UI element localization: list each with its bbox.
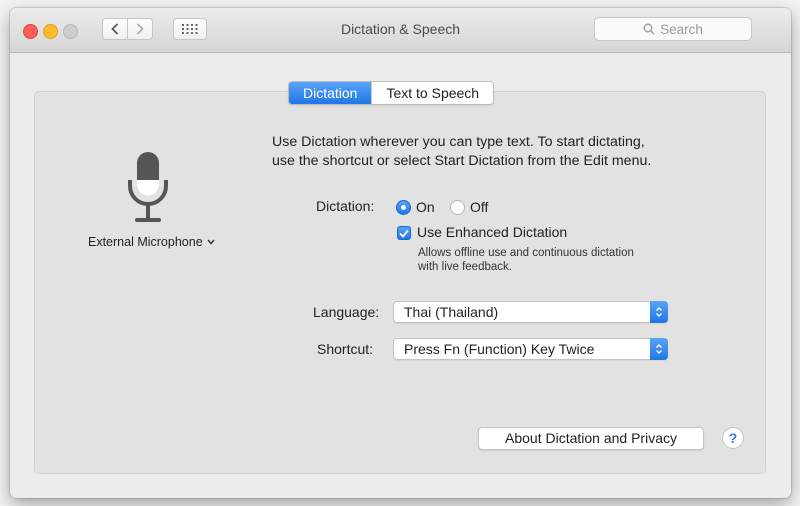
enhanced-dictation-label[interactable]: Use Enhanced Dictation: [417, 224, 567, 240]
note-line-1: Allows offline use and continuous dictat…: [418, 247, 634, 259]
description-line-2: use the shortcut or select Start Dictati…: [272, 153, 652, 169]
note-line-2: with live feedback.: [418, 261, 512, 273]
search-placeholder: Search: [660, 21, 703, 37]
dictation-on-radio[interactable]: [396, 200, 411, 215]
search-icon: [643, 23, 655, 35]
about-dictation-privacy-button[interactable]: About Dictation and Privacy: [478, 427, 704, 450]
language-popup[interactable]: Thai (Thailand): [393, 301, 668, 323]
enhanced-dictation-checkbox[interactable]: [397, 226, 411, 240]
microphone-icon: [128, 152, 168, 222]
shortcut-label: Shortcut:: [317, 341, 374, 357]
dictation-on-label[interactable]: On: [416, 199, 435, 215]
updown-arrows-icon: [650, 338, 668, 360]
dictation-off-radio[interactable]: [450, 200, 465, 215]
chevron-down-icon: [207, 239, 215, 245]
tab-bar: Dictation Text to Speech: [288, 81, 495, 105]
microphone-selector[interactable]: External Microphone: [88, 235, 215, 249]
dictation-off-label[interactable]: Off: [470, 199, 488, 215]
language-value: Thai (Thailand): [404, 304, 499, 320]
updown-arrows-icon: [650, 301, 668, 323]
tab-dictation[interactable]: Dictation: [289, 82, 372, 104]
language-label: Language:: [313, 304, 380, 320]
tab-text-to-speech[interactable]: Text to Speech: [371, 82, 493, 104]
preferences-window: Dictation & Speech Search Dictation Text…: [10, 8, 791, 498]
microphone-label: External Microphone: [88, 235, 203, 249]
dictation-description: Use Dictation wherever you can type text…: [272, 133, 752, 171]
search-field[interactable]: Search: [594, 17, 752, 41]
checkmark-icon: [399, 229, 409, 238]
title-bar: Dictation & Speech Search: [10, 8, 791, 53]
enhanced-dictation-note: Allows offline use and continuous dictat…: [418, 246, 698, 274]
dictation-label: Dictation:: [316, 198, 375, 214]
help-button[interactable]: ?: [722, 427, 744, 449]
shortcut-value: Press Fn (Function) Key Twice: [404, 341, 595, 357]
description-line-1: Use Dictation wherever you can type text…: [272, 134, 645, 150]
shortcut-popup[interactable]: Press Fn (Function) Key Twice: [393, 338, 668, 360]
